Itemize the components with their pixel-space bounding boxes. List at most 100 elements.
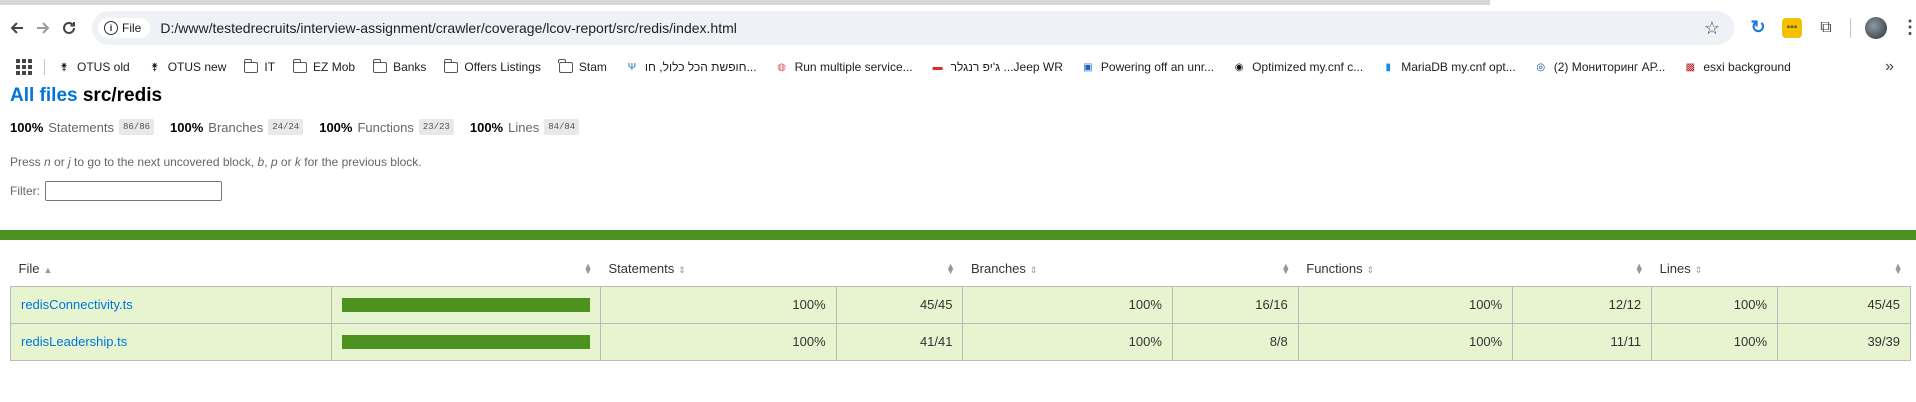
bookmark-item[interactable]: ▬ ג'יפ רנגלר ...Jeep WR	[931, 60, 1063, 74]
statements-pct: 100%	[600, 322, 837, 361]
header-bar[interactable]: ▲ ▼	[331, 252, 601, 287]
folder-icon	[292, 58, 308, 73]
apps-grid-icon[interactable]	[16, 59, 32, 75]
all-files-link[interactable]: All files	[10, 85, 78, 106]
sort-icon: ⇕	[1366, 265, 1375, 276]
trident-icon: Ψ	[627, 61, 637, 73]
summary-label: Branches	[208, 119, 264, 135]
coverage-bar-cell	[331, 285, 602, 324]
bookmark-item[interactable]: ⚵ OTUS old	[57, 60, 130, 74]
hint-text: ,	[264, 155, 271, 169]
bookmark-item[interactable]: Stam	[558, 58, 607, 74]
extension-yellow-icon[interactable]: ▪▪▪	[1782, 17, 1802, 38]
sort-icon: ⇕	[678, 265, 686, 276]
branches-pct: 100%	[962, 285, 1173, 324]
hint-text: or	[277, 155, 295, 169]
profile-avatar[interactable]	[1865, 16, 1887, 39]
file-link[interactable]: redisLeadership.ts	[21, 334, 127, 349]
header-branches-frac[interactable]: ▲ ▼	[1172, 252, 1299, 287]
branches-fraction: 16/16	[1171, 285, 1299, 324]
bookmarks-more-icon[interactable]: »	[1885, 58, 1894, 76]
github-icon: ◉	[1234, 61, 1244, 73]
filter-input[interactable]	[45, 181, 222, 201]
back-arrow-icon	[10, 21, 23, 34]
url-text[interactable]: D:/www/testedrecruits/interview-assignme…	[160, 20, 737, 36]
header-file[interactable]: File ▲	[10, 252, 332, 287]
bookmark-label: OTUS old	[77, 60, 130, 74]
summary-pct: 100%	[469, 119, 504, 135]
summary-pct: 100%	[319, 119, 353, 135]
bookmark-label: ג'יפ רנגלר ...Jeep WR	[950, 60, 1063, 74]
statements-fraction: 45/45	[835, 285, 964, 324]
bookmark-label: Run multiple service...	[794, 60, 913, 74]
bookmark-label: IT	[264, 60, 276, 74]
sort-icon: ⇕	[1029, 265, 1038, 276]
forward-arrow-icon	[37, 21, 50, 34]
summary-branches: 100% Branches 24/24	[170, 119, 304, 135]
lines-pct: 100%	[1651, 322, 1779, 361]
header-label: File	[18, 261, 40, 277]
bookmark-item[interactable]: IT	[243, 58, 276, 74]
bookmark-item[interactable]: ▮ MariaDB my.cnf opt...	[1381, 60, 1515, 74]
functions-fraction: 12/12	[1512, 285, 1653, 324]
bookmark-item[interactable]: ⚵ OTUS new	[148, 60, 226, 74]
otus-icon: ⚵	[60, 61, 68, 73]
folder-icon	[558, 58, 573, 73]
bookmark-label: EZ Mob	[313, 60, 356, 74]
forward-button[interactable]	[34, 13, 52, 43]
filter-row: Filter:	[10, 181, 1906, 201]
keyboard-hint: Press n or j to go to the next uncovered…	[10, 155, 1906, 169]
statements-fraction: 41/41	[835, 322, 964, 361]
header-lines-frac[interactable]: ▲ ▼	[1777, 252, 1911, 287]
bookmark-item[interactable]: EZ Mob	[292, 58, 356, 74]
vmware-icon: ▣	[1083, 61, 1093, 73]
bookmark-label: esxi background	[1703, 60, 1791, 74]
summary-pct: 100%	[170, 119, 204, 135]
table-header-row: File ▲ ▲ ▼ Statements ⇕ ▲ ▼ Branches ⇕ ▲ ▼ Fun…	[10, 252, 1911, 287]
functions-fraction: 11/11	[1512, 322, 1653, 361]
header-functions-frac[interactable]: ▲ ▼	[1512, 252, 1652, 287]
sort-icon: ▲ ▼	[1634, 261, 1644, 276]
file-link[interactable]: redisConnectivity.ts	[21, 297, 133, 312]
bookmark-item[interactable]: ▣ Powering off an unr...	[1081, 60, 1214, 74]
coverage-bar-fill	[342, 334, 591, 349]
car-icon: ▬	[932, 61, 943, 73]
coverage-bar-cell	[331, 322, 602, 361]
coverage-bar	[342, 297, 591, 312]
summary-pct: 100%	[10, 119, 44, 135]
header-statements-frac[interactable]: ▲ ▼	[836, 252, 963, 287]
bookmark-item[interactable]: Ψ חופשת הכל כלול, חו...	[625, 60, 757, 74]
sort-icon: ▲ ▼	[583, 261, 593, 276]
bookmark-item[interactable]: Banks	[372, 58, 426, 74]
address-bar[interactable]: i File D:/www/testedrecruits/interview-a…	[92, 10, 1734, 45]
summary-functions: 100% Functions 23/23	[319, 119, 454, 135]
site-chip-label: File	[122, 20, 142, 35]
bookmark-item[interactable]: Offers Listings	[443, 58, 541, 74]
lines-pct: 100%	[1651, 285, 1779, 324]
back-button[interactable]	[8, 13, 26, 43]
summary-label: Functions	[357, 119, 414, 135]
header-branches[interactable]: Branches ⇕	[962, 252, 1173, 287]
extension-blue-icon[interactable]: ↻	[1748, 17, 1768, 38]
site-info-chip[interactable]: i File	[98, 17, 151, 38]
header-lines[interactable]: Lines ⇕	[1651, 252, 1778, 287]
folder-icon	[372, 58, 388, 73]
coverage-table: File ▲ ▲ ▼ Statements ⇕ ▲ ▼ Branches ⇕ ▲ ▼ Fun…	[9, 252, 1911, 361]
reload-button[interactable]	[60, 13, 78, 43]
sort-icon: ▲ ▼	[1281, 261, 1291, 276]
bookmark-item[interactable]: ▩ esxi background	[1683, 60, 1791, 74]
kebab-menu-icon[interactable]: ⋮	[1901, 17, 1916, 38]
header-label: Branches	[970, 261, 1026, 277]
bookmark-star-icon[interactable]: ☆	[1704, 18, 1720, 39]
summary-statements: 100% Statements 86/86	[10, 119, 155, 135]
extensions-puzzle-icon[interactable]: ⧉	[1816, 18, 1836, 38]
hint-text: for the previous block.	[300, 155, 422, 169]
header-functions[interactable]: Functions ⇕	[1298, 252, 1513, 287]
header-statements[interactable]: Statements ⇕	[600, 252, 837, 287]
bookmark-item[interactable]: ◎ (2) Мониторинг АР...	[1534, 60, 1665, 74]
header-label: Functions	[1306, 261, 1363, 277]
bookmark-item[interactable]: ◍ Run multiple service...	[775, 60, 913, 74]
otus-icon: ⚵	[151, 61, 159, 73]
bookmark-item[interactable]: ◉ Optimized my.cnf c...	[1232, 60, 1364, 74]
file-cell: redisLeadership.ts	[9, 322, 333, 361]
